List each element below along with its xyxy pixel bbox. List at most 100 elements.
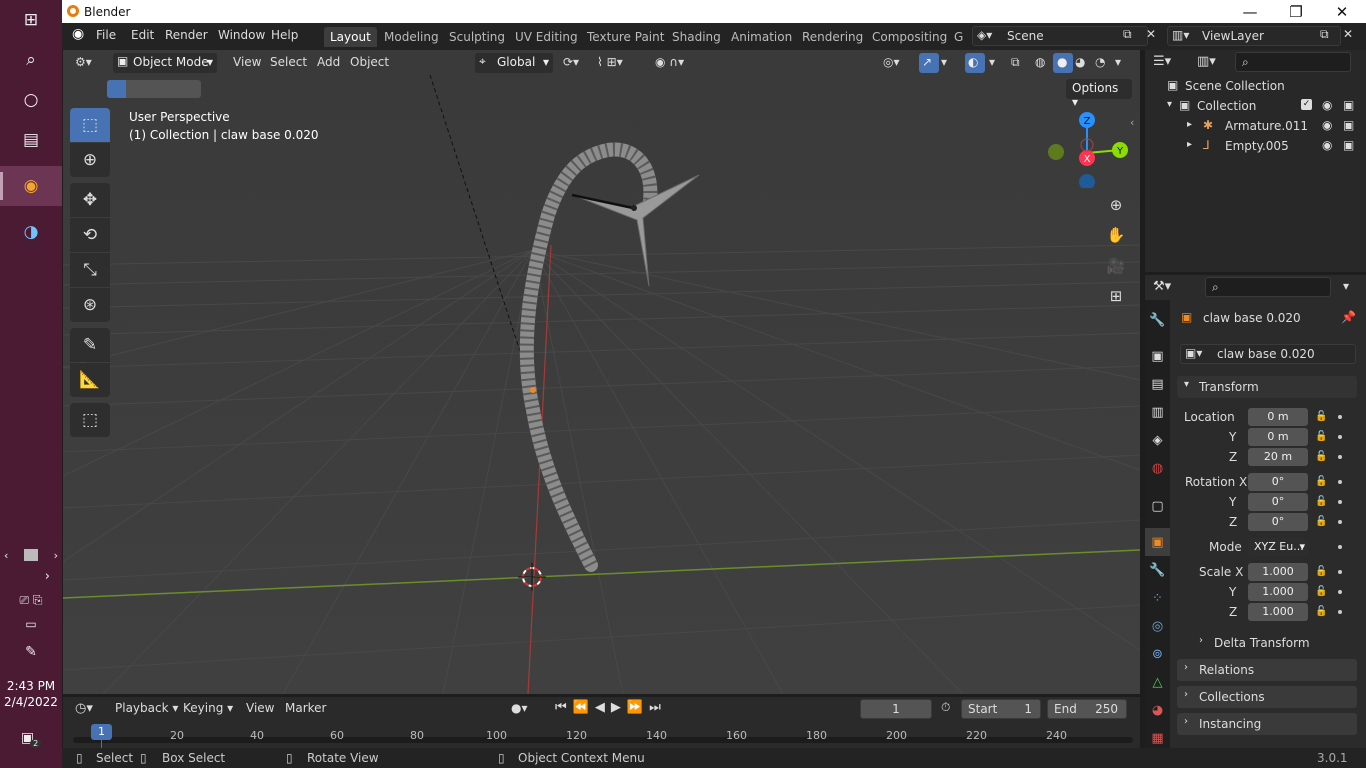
data-tab-icon[interactable]: △: [1145, 668, 1170, 696]
rotation-mode-dropdown[interactable]: XYZ Eu... ▾: [1248, 538, 1308, 556]
lock-icon[interactable]: 🔓: [1315, 586, 1327, 598]
delete-scene-icon[interactable]: ✕: [1146, 27, 1156, 41]
keyframe-dot-icon[interactable]: [1338, 520, 1342, 524]
sidebar-toggle-icon[interactable]: ‹: [1130, 116, 1134, 129]
properties-editor-icon[interactable]: ⚒▾: [1153, 279, 1171, 294]
location-x-field[interactable]: 0 m: [1248, 408, 1308, 426]
menu-keying[interactable]: Keying ▾: [183, 701, 233, 715]
object-tab-icon[interactable]: ▣: [1145, 528, 1170, 556]
annotate-tool-icon[interactable]: ✎: [70, 328, 110, 362]
delta-transform-header[interactable]: › Delta Transform: [1192, 632, 1357, 654]
menu-window[interactable]: Window: [218, 28, 265, 42]
stopwatch-icon[interactable]: ⏱: [941, 700, 950, 715]
collection-tab-icon[interactable]: ▢: [1145, 492, 1170, 520]
viewport-scene[interactable]: [63, 50, 1140, 694]
select-mode-buttons[interactable]: [107, 80, 201, 98]
pan-hand-icon[interactable]: ✋: [1103, 222, 1129, 248]
scene-selector[interactable]: ◈▾ Scene: [972, 26, 1148, 46]
modifier-tab-icon[interactable]: 🔧: [1145, 556, 1170, 584]
timeline-editor-icon[interactable]: ◷▾: [75, 701, 93, 716]
render-camera-icon[interactable]: ▣: [1343, 98, 1354, 112]
windows-start-icon[interactable]: ⊞: [0, 0, 62, 40]
particles-tab-icon[interactable]: ⁘: [1145, 584, 1170, 612]
visibility-eye-icon[interactable]: ◉: [1322, 138, 1332, 152]
3d-viewport[interactable]: User Perspective (1) Collection | claw b…: [63, 50, 1140, 694]
collections-panel-header[interactable]: › Collections: [1177, 686, 1357, 708]
taskbar-scroll[interactable]: ‹ ›: [0, 546, 62, 564]
editor-type-icon[interactable]: ⚙▾: [75, 55, 92, 69]
task-view-icon[interactable]: ▤: [0, 120, 62, 160]
location-y-field[interactable]: 0 m: [1248, 428, 1308, 446]
scale-y-field[interactable]: 1.000: [1248, 583, 1308, 601]
playback-controls[interactable]: ⏮⏪◀▶⏩⏭: [555, 700, 667, 715]
tab-overflow[interactable]: G: [948, 27, 969, 47]
relations-panel-header[interactable]: › Relations: [1177, 659, 1357, 681]
lock-icon[interactable]: 🔓: [1315, 451, 1327, 463]
instancing-panel-header[interactable]: › Instancing: [1177, 713, 1357, 735]
scene-tab-icon[interactable]: ◈: [1145, 426, 1170, 454]
menu-object[interactable]: Object: [350, 55, 389, 69]
menu-playback[interactable]: Playback ▾: [115, 701, 178, 715]
shading-dropdown-icon[interactable]: ▾: [1115, 55, 1121, 69]
lock-icon[interactable]: 🔓: [1315, 496, 1327, 508]
rotation-x-field[interactable]: 0°: [1248, 473, 1308, 491]
tab-rendering[interactable]: Rendering: [796, 27, 869, 47]
tab-layout[interactable]: Layout: [324, 27, 377, 47]
scale-z-field[interactable]: 1.000: [1248, 603, 1308, 621]
menu-marker[interactable]: Marker: [285, 701, 326, 715]
outliner-editor-icon[interactable]: ☰▾: [1153, 54, 1171, 69]
tray-icons[interactable]: ⎚ ⎘: [0, 590, 62, 610]
proportional-edit-icon[interactable]: ◉ ∩▾: [655, 55, 684, 69]
scale-x-field[interactable]: 1.000: [1248, 563, 1308, 581]
material-shading-icon[interactable]: ◕: [1075, 55, 1085, 69]
physics-tab-icon[interactable]: ◎: [1145, 612, 1170, 640]
display-mode-icon[interactable]: ▥▾: [1197, 54, 1216, 69]
start-frame-field[interactable]: Start 1: [961, 699, 1041, 719]
close-button[interactable]: ✕: [1319, 0, 1365, 23]
visibility-icon[interactable]: ◎▾: [883, 55, 900, 69]
transform-tool-icon[interactable]: ⊛: [70, 288, 110, 322]
menu-view[interactable]: View: [233, 55, 261, 69]
system-clock[interactable]: 2:43 PM 2/4/2022: [0, 678, 62, 710]
tool-tab-icon[interactable]: 🔧: [1145, 306, 1170, 334]
zoom-icon[interactable]: ⊕: [1103, 192, 1129, 218]
visibility-eye-icon[interactable]: ◉: [1322, 98, 1332, 112]
outliner-empty[interactable]: ▸ ⅃ Empty.005 ◉ ▣: [1145, 137, 1366, 157]
outliner-search-input[interactable]: ⌕: [1235, 52, 1351, 72]
transform-panel-header[interactable]: ▾ Transform: [1177, 376, 1357, 398]
tab-animation[interactable]: Animation: [725, 27, 798, 47]
gizmo-toggle-icon[interactable]: ↗: [919, 53, 939, 73]
keyframe-dot-icon[interactable]: [1338, 545, 1342, 549]
delete-view-layer-icon[interactable]: ✕: [1343, 27, 1353, 41]
transform-orientation-dropdown[interactable]: ⌖ Global ▾: [475, 53, 553, 73]
rotation-z-field[interactable]: 0°: [1248, 513, 1308, 531]
keyframe-dot-icon[interactable]: [1338, 590, 1342, 594]
view-layer-selector[interactable]: ▥▾ ViewLayer: [1167, 26, 1341, 46]
overlays-dropdown-icon[interactable]: ▾: [989, 55, 995, 69]
ortho-toggle-icon[interactable]: ⊞: [1103, 283, 1129, 309]
gizmo-dropdown-icon[interactable]: ▾: [941, 55, 947, 69]
wireframe-shading-icon[interactable]: ◍: [1035, 55, 1045, 69]
notification-icon[interactable]: ▣ 2: [0, 726, 62, 750]
cursor-tool-icon[interactable]: ⊕: [70, 143, 110, 177]
tab-shading[interactable]: Shading: [666, 27, 727, 47]
tab-modeling[interactable]: Modeling: [378, 27, 445, 47]
pen-icon[interactable]: ✎: [0, 640, 62, 664]
expand-icon[interactable]: ▸: [1187, 119, 1192, 130]
minimize-button[interactable]: —: [1227, 0, 1273, 23]
chevron-right-icon[interactable]: ›: [0, 566, 62, 586]
rendered-shading-icon[interactable]: ◔: [1095, 55, 1105, 69]
menu-timeline-view[interactable]: View: [246, 701, 274, 715]
snap-icon[interactable]: ⌇ ⊞▾: [597, 55, 623, 69]
camera-view-icon[interactable]: 🎥: [1103, 253, 1129, 279]
restore-button[interactable]: ❐: [1273, 0, 1319, 23]
menu-file[interactable]: File: [96, 28, 116, 42]
lock-icon[interactable]: 🔓: [1315, 411, 1327, 423]
network-icon[interactable]: ▭: [0, 614, 62, 634]
add-cube-tool-icon[interactable]: ⬚: [70, 403, 110, 437]
menu-help[interactable]: Help: [271, 28, 298, 42]
paint-app-icon[interactable]: ◑: [0, 212, 62, 252]
menu-render[interactable]: Render: [165, 28, 208, 42]
lock-icon[interactable]: 🔓: [1315, 606, 1327, 618]
keyframe-dot-icon[interactable]: [1338, 500, 1342, 504]
